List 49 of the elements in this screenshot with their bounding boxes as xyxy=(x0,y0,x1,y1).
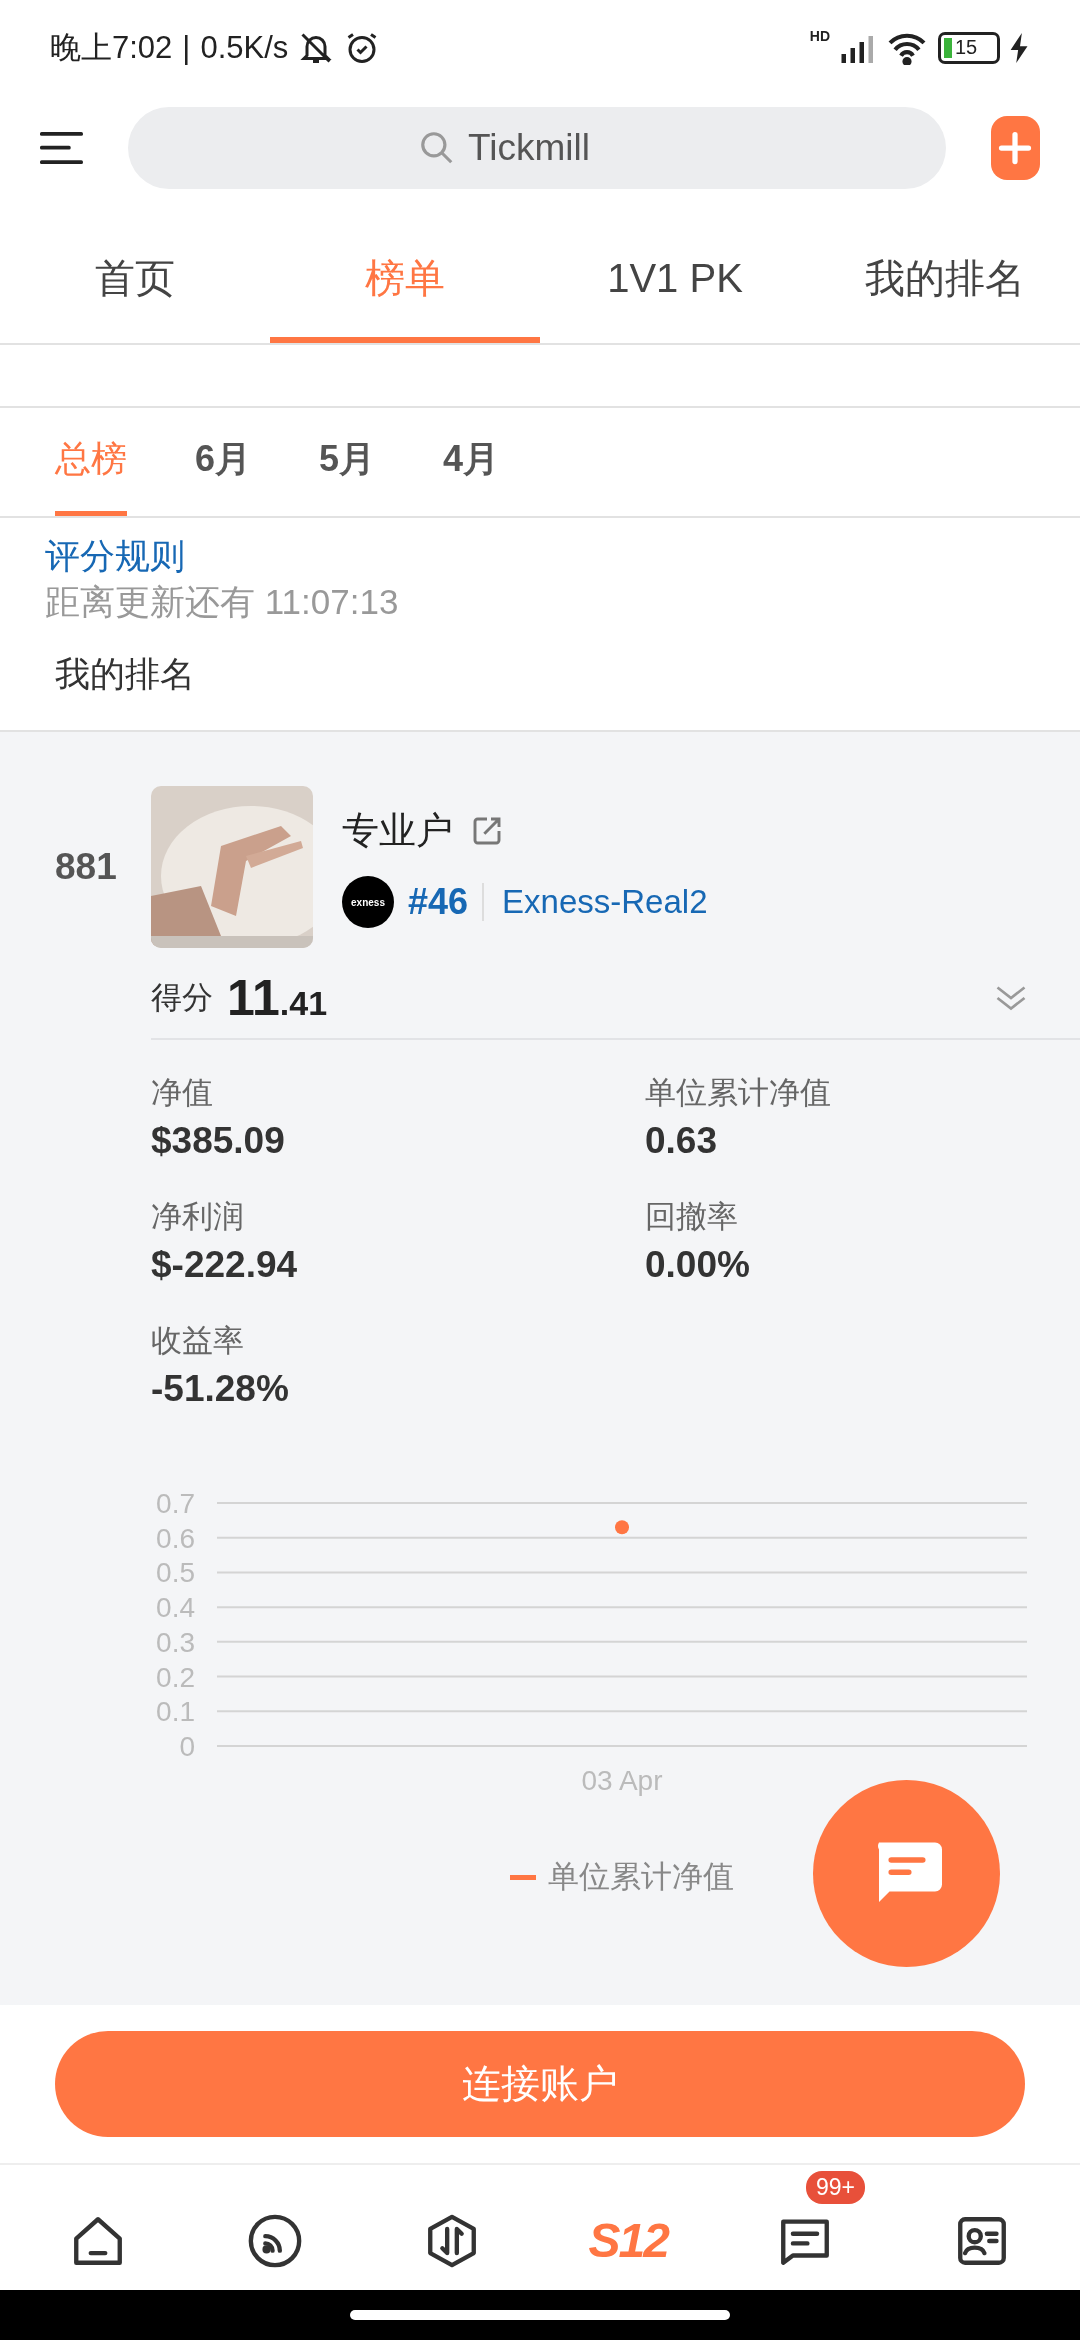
nav-tab[interactable]: 我的排名 xyxy=(810,200,1080,343)
y-axis-label: 0.1 xyxy=(156,1696,195,1728)
update-countdown: 距离更新还有 11:07:13 xyxy=(45,581,399,623)
y-axis-label: 0.3 xyxy=(156,1626,195,1658)
score-label: 得分 xyxy=(151,979,213,1017)
y-axis-label: 0.5 xyxy=(156,1557,195,1589)
plus-icon xyxy=(997,129,1034,166)
notification-badge: 99+ xyxy=(805,2170,865,2204)
metric-label: 净利润 xyxy=(151,1198,245,1236)
metric-value: $-222.94 xyxy=(151,1244,299,1286)
x-axis-label: 03 Apr xyxy=(581,1765,663,1796)
nav-icon-button[interactable]: 99+ xyxy=(729,2168,880,2287)
broker-logo: exness xyxy=(342,876,394,928)
network-type: HD xyxy=(809,28,830,44)
separator: | xyxy=(182,29,191,66)
rank-number: 881 xyxy=(54,846,118,888)
metric-value: -51.28% xyxy=(151,1368,290,1410)
metric-value: 0.00% xyxy=(645,1244,751,1286)
y-axis-label: 0.4 xyxy=(156,1592,195,1624)
metric-value: 0.63 xyxy=(645,1120,718,1162)
broker-rank: #46 xyxy=(408,881,469,923)
y-axis-label: 0 xyxy=(179,1731,195,1762)
battery-icon: 15 xyxy=(938,31,1000,64)
metric-value: $385.09 xyxy=(151,1120,286,1162)
period-tab[interactable]: 6月 xyxy=(195,408,252,516)
period-tab[interactable]: 4月 xyxy=(443,408,500,516)
y-axis-label: 0.7 xyxy=(156,1488,195,1519)
y-axis-label: 0.6 xyxy=(156,1522,195,1554)
charging-icon xyxy=(1010,32,1030,63)
add-button[interactable] xyxy=(990,115,1040,180)
legend-label: 单位累计净值 xyxy=(548,1858,734,1896)
y-axis-label: 0.2 xyxy=(156,1661,195,1693)
period-tab[interactable]: 5月 xyxy=(319,408,376,516)
data-point xyxy=(615,1520,629,1535)
status-time: 晚上7:02 xyxy=(50,28,173,67)
section-heading: 我的排名 xyxy=(55,653,195,695)
scoring-rules-link[interactable]: 评分规则 xyxy=(45,533,185,579)
external-link-icon[interactable] xyxy=(471,815,503,847)
metric-label: 回撤率 xyxy=(645,1198,739,1236)
network-speed: 0.5K/s xyxy=(200,29,289,66)
score-value: 11.41 xyxy=(227,969,328,1027)
nav-tab[interactable]: 首页 xyxy=(0,200,270,343)
search-field[interactable]: Tickmill xyxy=(127,106,946,189)
metric-label: 单位累计净值 xyxy=(645,1074,832,1112)
metric-label: 收益率 xyxy=(151,1322,245,1360)
server-name: Exness-Real2 xyxy=(482,883,708,921)
trader-name: 专业户 xyxy=(342,809,453,853)
nav-tab[interactable]: 1V1 PK xyxy=(540,200,810,343)
metric-label: 净值 xyxy=(151,1074,214,1112)
